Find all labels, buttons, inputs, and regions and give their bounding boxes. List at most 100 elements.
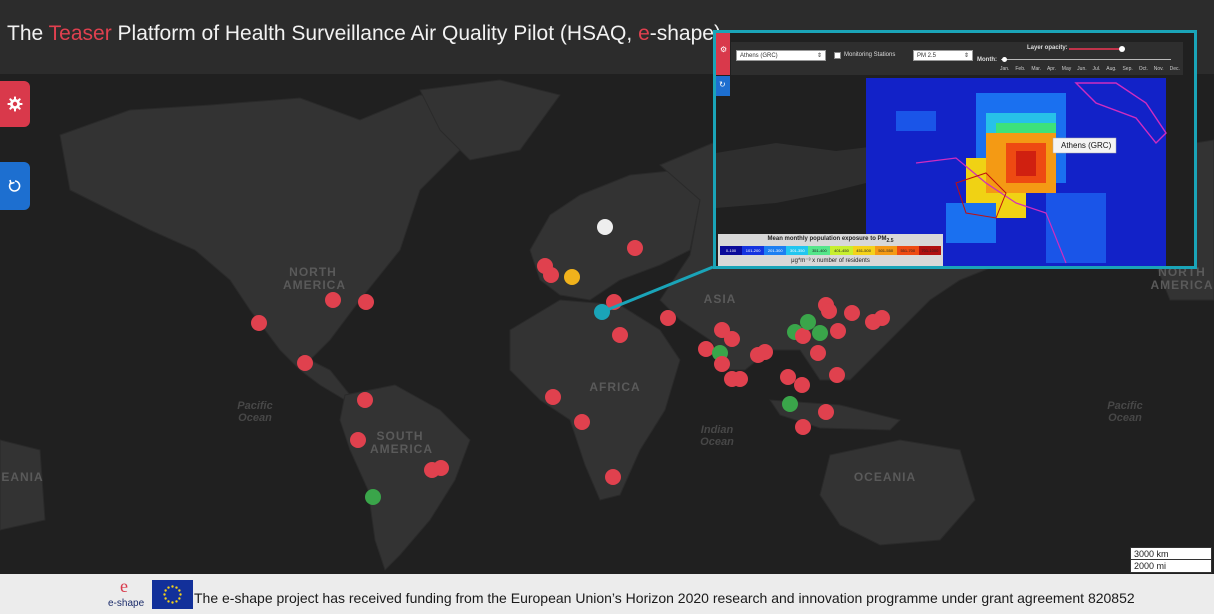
marker[interactable] <box>433 460 449 476</box>
marker[interactable] <box>795 419 811 435</box>
legend-title: Mean monthly population exposure to PM2.… <box>718 236 943 244</box>
settings-button[interactable] <box>0 81 30 127</box>
opacity-slider-handle[interactable] <box>1119 46 1125 52</box>
scale-bar: 3000 km 2000 mi <box>1130 547 1212 573</box>
marker[interactable] <box>597 219 613 235</box>
exposure-legend: Mean monthly population exposure to PM2.… <box>718 234 943 266</box>
marker[interactable] <box>357 392 373 408</box>
land-oceania-west <box>0 439 46 531</box>
city-select-value: Athens (GRC) <box>740 53 778 59</box>
marker[interactable] <box>350 432 366 448</box>
legend-bin: 101-200 <box>742 246 765 255</box>
marker[interactable] <box>757 344 773 360</box>
pollutant-select[interactable]: PM 2.5 ⇕ <box>913 50 973 61</box>
marker[interactable] <box>830 323 846 339</box>
month-tick[interactable]: Oct. <box>1139 66 1148 72</box>
monitoring-stations-checkbox[interactable] <box>834 52 841 59</box>
marker[interactable] <box>810 345 826 361</box>
marker[interactable] <box>829 367 845 383</box>
athens-popup: Athens (GRC) <box>1061 141 1112 150</box>
month-tick[interactable]: Sep. <box>1122 66 1132 72</box>
legend-bin: 451-500 <box>852 246 875 255</box>
month-tick[interactable]: Apr. <box>1047 66 1056 72</box>
month-ticks: Jan. Feb. Mar. Apr. May Jun. Jul. Aug. Sep. Oct. N… <box>1000 66 1180 72</box>
marker[interactable] <box>627 240 643 256</box>
gear-icon <box>7 96 23 112</box>
reset-view-button[interactable] <box>0 162 30 210</box>
title-pre: The <box>7 22 49 45</box>
month-tick[interactable]: Nov. <box>1154 66 1164 72</box>
city-select[interactable]: Athens (GRC) ⇕ <box>736 50 826 61</box>
inset-reset-button[interactable]: ↻ <box>716 76 730 96</box>
marker[interactable] <box>732 371 748 387</box>
marker[interactable] <box>780 369 796 385</box>
marker[interactable] <box>800 314 816 330</box>
marker[interactable] <box>874 310 890 326</box>
label-north-america-right: NORTH AMERICA <box>1150 265 1214 292</box>
label-south-america: SOUTH AMERICA <box>370 429 433 456</box>
page-title: The Teaser Platform of Health Surveillan… <box>7 22 721 46</box>
month-tick[interactable]: May <box>1062 66 1071 72</box>
title-post: -shape) <box>649 22 721 45</box>
marker[interactable] <box>545 389 561 405</box>
marker[interactable] <box>612 327 628 343</box>
legend-bin: 401-450 <box>830 246 853 255</box>
marker[interactable] <box>818 404 834 420</box>
legend-bins: 0-100 101-200 201-300 301-350 351-400 401-450… <box>720 246 941 255</box>
label-africa: AFRICA <box>589 380 641 394</box>
month-tick[interactable]: Dec. <box>1170 66 1180 72</box>
marker[interactable] <box>782 396 798 412</box>
title-mid: Platform of Health Surveillance Air Qual… <box>111 22 639 45</box>
eu-flag-icon <box>152 580 193 609</box>
marker[interactable] <box>724 331 740 347</box>
legend-title-main: Mean monthly population exposure to PM <box>767 236 887 242</box>
opacity-slider[interactable] <box>1069 48 1121 50</box>
marker[interactable] <box>365 489 381 505</box>
month-tick[interactable]: Feb. <box>1015 66 1025 72</box>
select-arrow-icon: ⇕ <box>963 53 969 59</box>
marker[interactable] <box>794 377 810 393</box>
label-north-america: NORTH AMERICA <box>283 265 346 292</box>
month-tick[interactable]: Jul. <box>1093 66 1101 72</box>
reset-icon: ↻ <box>719 80 726 89</box>
legend-bin: 0-100 <box>720 246 743 255</box>
marker[interactable] <box>821 303 837 319</box>
month-tick[interactable]: Jun. <box>1077 66 1086 72</box>
month-tick[interactable]: Mar. <box>1031 66 1041 72</box>
footer: e e-shape The e-shape project has receiv… <box>0 574 1214 614</box>
marker[interactable] <box>714 356 730 372</box>
marker[interactable] <box>844 305 860 321</box>
month-tick[interactable]: Jan. <box>1000 66 1009 72</box>
legend-title-sub: 2.5 <box>886 238 894 245</box>
inset-settings-button[interactable]: ⚙ <box>716 33 730 75</box>
athens-inset-panel[interactable]: Athens (GRC) ⚙ ↻ Athens (GRC) ⇕ Monitorin… <box>713 30 1197 269</box>
pollutant-select-value: PM 2.5 <box>917 53 937 59</box>
e-shape-logo-text: e-shape <box>108 598 145 609</box>
land-africa <box>509 299 681 501</box>
label-pacific-ocean-right: Pacific Ocean <box>1107 400 1143 424</box>
month-tick[interactable]: Aug. <box>1106 66 1116 72</box>
land-australia <box>819 439 976 546</box>
month-slider-handle[interactable] <box>1002 57 1007 62</box>
funding-notice: The e-shape project has received funding… <box>194 590 1135 606</box>
legend-bin: 351-400 <box>808 246 831 255</box>
marker[interactable] <box>795 328 811 344</box>
label-asia: ASIA <box>703 292 737 306</box>
marker[interactable] <box>543 267 559 283</box>
marker[interactable] <box>812 325 828 341</box>
marker[interactable] <box>698 341 714 357</box>
marker[interactable] <box>251 315 267 331</box>
gear-icon: ⚙ <box>720 45 728 54</box>
land-south-america <box>339 384 471 571</box>
label-oceania: OCEANIA <box>853 470 917 484</box>
marker[interactable] <box>660 310 676 326</box>
inset-controls: Athens (GRC) ⇕ Monitoring Stations PM 2.5… <box>731 42 1183 75</box>
marker[interactable] <box>358 294 374 310</box>
marker[interactable] <box>564 269 580 285</box>
marker[interactable] <box>297 355 313 371</box>
marker[interactable] <box>325 292 341 308</box>
marker[interactable] <box>605 469 621 485</box>
label-oceania-left: EANIA <box>1 470 44 484</box>
month-slider[interactable] <box>1001 59 1171 60</box>
marker[interactable] <box>574 414 590 430</box>
